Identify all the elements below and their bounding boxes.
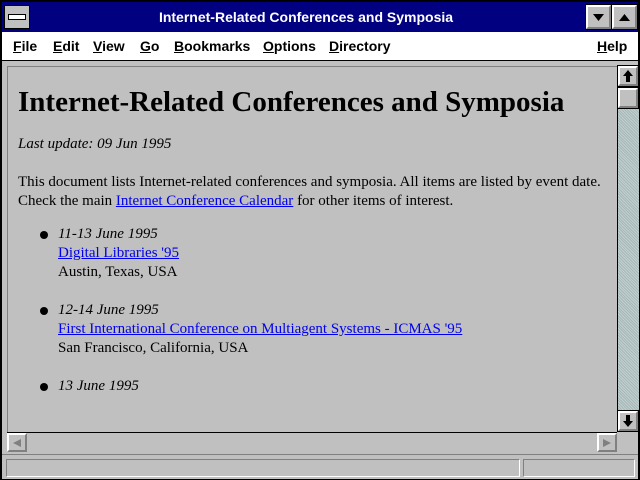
intro-paragraph: This document lists Internet-related con…: [18, 173, 608, 211]
menu-bookmarks[interactable]: Bookmarks: [174, 38, 250, 54]
page-heading: Internet-Related Conferences and Symposi…: [18, 86, 565, 118]
browser-window: Internet-Related Conferences and Symposi…: [0, 0, 640, 480]
status-indicator: [523, 459, 635, 477]
vertical-scrollbar[interactable]: [617, 65, 639, 432]
event-date: 13 June 1995: [58, 378, 139, 394]
menu-help[interactable]: Help: [597, 38, 627, 54]
menu-view[interactable]: View: [93, 38, 125, 54]
event-date: 12-14 June 1995: [58, 302, 159, 318]
system-menu-icon: [8, 14, 26, 20]
status-bar: [2, 454, 638, 479]
right-arrow-icon: [603, 438, 611, 447]
maximize-button[interactable]: [611, 4, 638, 30]
event-link[interactable]: First International Conference on Multia…: [58, 321, 462, 337]
event-location: Austin, Texas, USA: [58, 264, 178, 280]
up-arrow-icon: [623, 70, 633, 82]
internet-conference-calendar-link[interactable]: Internet Conference Calendar: [116, 193, 293, 209]
down-arrow-icon: [623, 415, 633, 427]
last-update-text: Last update: 09 Jun 1995: [18, 136, 172, 152]
menu-options[interactable]: Options: [263, 38, 316, 54]
scroll-left-button[interactable]: [7, 433, 27, 452]
document-body: Internet-Related Conferences and Symposi…: [18, 85, 608, 415]
intro-text-after: for other items of interest.: [293, 193, 454, 209]
event-link[interactable]: Digital Libraries '95: [58, 245, 179, 261]
window-title: Internet-Related Conferences and Symposi…: [158, 9, 454, 25]
event-location: San Francisco, California, USA: [58, 340, 249, 356]
scroll-up-button[interactable]: [617, 65, 639, 87]
bullet-icon: [40, 383, 48, 391]
event-date: 11-13 June 1995: [58, 226, 158, 242]
system-menu-button[interactable]: [4, 5, 30, 29]
menu-edit[interactable]: Edit: [53, 38, 79, 54]
minimize-button[interactable]: [585, 4, 612, 30]
title-bar[interactable]: Internet-Related Conferences and Symposi…: [2, 2, 638, 32]
document-view: Internet-Related Conferences and Symposi…: [7, 66, 617, 432]
minimize-arrow-icon: [593, 13, 604, 21]
list-item: 13 June 1995: [18, 377, 608, 396]
status-text: [6, 459, 520, 477]
bullet-icon: [40, 231, 48, 239]
list-item: 12-14 June 1995 First International Conf…: [18, 301, 608, 358]
bullet-icon: [40, 307, 48, 315]
menu-file[interactable]: File: [13, 38, 37, 54]
scroll-thumb[interactable]: [617, 87, 639, 109]
maximize-arrow-icon: [619, 13, 630, 21]
scroll-right-button[interactable]: [597, 433, 617, 452]
event-list: 11-13 June 1995 Digital Libraries '95 Au…: [18, 225, 608, 396]
horizontal-scrollbar[interactable]: [7, 432, 617, 453]
menu-go[interactable]: Go: [140, 38, 159, 54]
menu-directory[interactable]: Directory: [329, 38, 390, 54]
scroll-down-button[interactable]: [617, 410, 639, 432]
left-arrow-icon: [13, 438, 21, 447]
list-item: 11-13 June 1995 Digital Libraries '95 Au…: [18, 225, 608, 282]
menu-bar: File Edit View Go Bookmarks Options Dire…: [2, 32, 638, 61]
